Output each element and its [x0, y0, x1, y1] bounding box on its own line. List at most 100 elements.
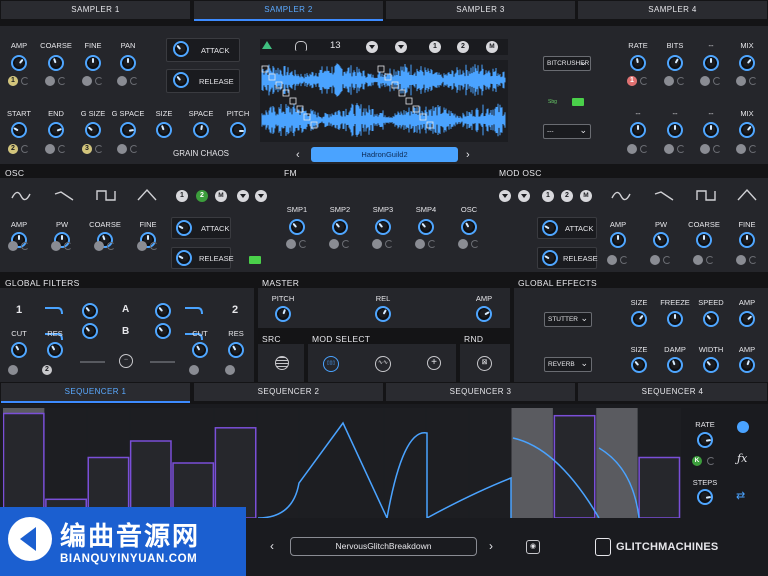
release-control[interactable]: RELEASE — [166, 69, 240, 93]
rfx-row2-mod-dot-0[interactable] — [627, 144, 637, 154]
seq-steps-knob[interactable] — [697, 489, 713, 505]
rfx-row1-knob-0[interactable] — [630, 55, 646, 71]
midi-icon[interactable]: M — [486, 41, 498, 53]
seq-step-bg[interactable] — [299, 408, 341, 518]
mod-osc-knob-2[interactable] — [696, 232, 712, 248]
sampler-badge-2[interactable]: 2 — [8, 144, 18, 154]
seq-loop-icon[interactable]: ⇄ — [736, 489, 745, 502]
fm-mod-ring-4[interactable] — [471, 240, 479, 248]
rfx-row2-knob-1[interactable] — [667, 122, 683, 138]
sampler-row2-mod-ring-0[interactable] — [21, 145, 29, 153]
filter-1-res-knob[interactable] — [47, 342, 63, 358]
rfx-row2-mod-ring-1[interactable] — [677, 145, 685, 153]
rfx-row2-knob-2[interactable] — [703, 122, 719, 138]
rfx-row1-knob-1[interactable] — [667, 55, 683, 71]
fm-mod-dot-4[interactable] — [458, 239, 468, 249]
sampler-row2-knob-2[interactable] — [85, 122, 101, 138]
rfx-row1-mod-dot-3[interactable] — [736, 76, 746, 86]
fm-knob-2[interactable] — [375, 219, 391, 235]
randomize-icon[interactable]: ⊠ — [477, 356, 492, 371]
sampler-row1-mod-ring-1[interactable] — [58, 77, 66, 85]
waveshape-icon-2[interactable] — [96, 190, 116, 201]
filter-a-knob-1[interactable] — [82, 303, 98, 319]
rfx-row1-mod-ring-1[interactable] — [677, 77, 685, 85]
sampler-tab-1[interactable]: SAMPLER 1 — [1, 1, 190, 19]
headphones-icon[interactable] — [295, 41, 307, 51]
mod-osc-mod-dot-2[interactable] — [693, 255, 703, 265]
sampler-row1-knob-1[interactable] — [48, 55, 64, 71]
seq-rate-mod-ring[interactable] — [707, 457, 715, 465]
seq-step-bg[interactable] — [469, 408, 511, 518]
slice-down-icon[interactable] — [366, 41, 378, 53]
osc-midi-icon[interactable]: M — [215, 190, 227, 202]
mod-osc-midi-icon[interactable]: M — [580, 190, 592, 202]
filter-res-badge[interactable]: 2 — [42, 365, 52, 375]
osc-mod-dot-1[interactable] — [51, 241, 61, 251]
waveshape-icon-1[interactable] — [54, 191, 74, 201]
master-knob-1[interactable] — [375, 306, 391, 322]
waveshape-icon-0[interactable] — [11, 191, 31, 201]
osc-green-led[interactable] — [249, 256, 261, 264]
seq-step-bg[interactable] — [342, 408, 384, 518]
sampler-tab-4[interactable]: SAMPLER 4 — [578, 1, 767, 19]
fm-mod-dot-1[interactable] — [329, 239, 339, 249]
mod-osc-knob-0[interactable] — [610, 232, 626, 248]
mod-osc-mod-dot-3[interactable] — [736, 255, 746, 265]
mod-osc-mod-ring-2[interactable] — [706, 256, 714, 264]
waveshape-icon-3[interactable] — [737, 188, 757, 201]
waveshape-icon-2[interactable] — [696, 190, 716, 201]
mod-osc-attack-control[interactable]: ATTACK — [537, 217, 597, 239]
sampler-row1-mod-dot-3[interactable] — [117, 76, 127, 86]
rfx-row2-knob-3[interactable] — [739, 122, 755, 138]
preset-next-button[interactable]: › — [489, 539, 493, 553]
osc-mod-ring-2[interactable] — [107, 242, 115, 250]
mod-osc-mod-ring-3[interactable] — [749, 256, 757, 264]
filter-down-icon[interactable] — [395, 41, 407, 53]
effect-select-2[interactable]: REVERB — [544, 356, 592, 372]
seq-sync-icon[interactable] — [737, 421, 749, 433]
rfx-row1-mod-ring-0[interactable] — [640, 77, 648, 85]
mod-osc-down-icon-1[interactable] — [499, 190, 511, 202]
mod-osc-waveshapes[interactable] — [611, 188, 757, 201]
mod-select-step-icon[interactable]: ▯▯▯ — [323, 356, 339, 372]
master-knob-2[interactable] — [476, 306, 492, 322]
sampler-fx-badge[interactable]: 1 — [627, 76, 637, 86]
mod-osc-knob-3[interactable] — [739, 232, 755, 248]
sampler-row2-mod-ring-2[interactable] — [95, 145, 103, 153]
filter-b-knob-1[interactable] — [82, 323, 98, 339]
sequencer-grid[interactable] — [2, 408, 681, 521]
rfx-row2-mod-dot-3[interactable] — [736, 144, 746, 154]
seq-step-bar[interactable] — [2, 412, 45, 519]
gfx-row1-knob-0[interactable] — [631, 311, 647, 327]
sampler-row1-mod-dot-2[interactable] — [82, 76, 92, 86]
mod-select-add-icon[interactable]: + — [427, 356, 441, 370]
filter-a-knob-2[interactable] — [155, 303, 171, 319]
waveshape-icon-1[interactable] — [654, 191, 674, 201]
preset-save-icon[interactable]: ◉ — [526, 540, 540, 554]
rfx-row2-mod-ring-0[interactable] — [640, 145, 648, 153]
osc-mod-ring-3[interactable] — [150, 242, 158, 250]
release-knob[interactable] — [173, 72, 189, 88]
sampler-badge-3[interactable]: 3 — [82, 144, 92, 154]
play-up-icon[interactable] — [262, 41, 272, 49]
effect-select-1[interactable]: STUTTER — [544, 311, 592, 327]
fm-mod-dot-2[interactable] — [372, 239, 382, 249]
grain-knob-1[interactable] — [193, 122, 209, 138]
filter-routing-icon[interactable]: ◦◦ — [119, 354, 133, 368]
sampler-fx-select-1[interactable]: BITCRUSHER — [543, 55, 591, 71]
preset-name-display[interactable]: NervousGlitchBreakdown — [290, 537, 477, 556]
rfx-row2-knob-0[interactable] — [630, 122, 646, 138]
fm-mod-ring-1[interactable] — [342, 240, 350, 248]
osc-down-icon-2[interactable] — [255, 190, 267, 202]
seq-k-badge[interactable]: K — [692, 456, 702, 466]
toggle-1-button[interactable]: 1 — [429, 41, 441, 53]
seq-step-bar[interactable] — [638, 456, 681, 519]
rfx-row2-mod-ring-2[interactable] — [713, 145, 721, 153]
osc-mod-ring-0[interactable] — [21, 242, 29, 250]
sampler-row2-mod-dot-3[interactable] — [117, 144, 127, 154]
rfx-row2-mod-dot-1[interactable] — [664, 144, 674, 154]
gfx-row2-knob-1[interactable] — [667, 357, 683, 373]
toggle-2-button[interactable]: 2 — [457, 41, 469, 53]
mod-osc-release-control[interactable]: RELEASE — [537, 247, 598, 269]
osc-mod-ring-1[interactable] — [64, 242, 72, 250]
